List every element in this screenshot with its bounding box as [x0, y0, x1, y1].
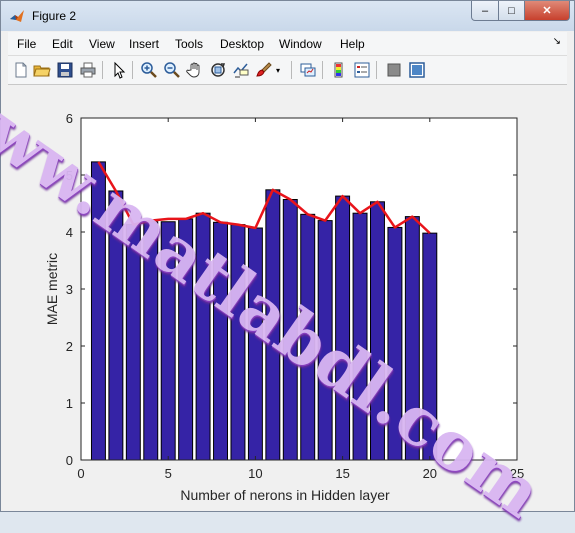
x-tick-label: 25 — [510, 466, 524, 481]
bar — [282, 199, 298, 461]
dock-arrow-icon[interactable]: ↘ — [553, 36, 561, 47]
toolbar-separator — [291, 61, 292, 79]
y-tick-label: 4 — [66, 225, 73, 240]
menu-file[interactable]: File — [17, 37, 36, 51]
toolbar-separator — [376, 61, 377, 79]
rotate-3d-icon[interactable] — [209, 61, 227, 79]
bar — [335, 195, 351, 461]
new-figure-icon[interactable] — [12, 61, 30, 79]
y-tick-label: 3 — [66, 282, 73, 297]
menu-edit[interactable]: Edit — [52, 37, 73, 51]
toolbar-separator — [322, 61, 323, 79]
bar — [230, 224, 246, 461]
bar — [195, 212, 211, 461]
brush-icon[interactable] — [255, 61, 273, 79]
colorbar-icon[interactable] — [330, 61, 348, 79]
bar — [404, 216, 420, 461]
figure-window: Figure 2 – □ ✕ File Edit View Insert Too… — [0, 0, 575, 533]
zoom-out-icon[interactable] — [163, 61, 181, 79]
data-cursor-icon[interactable] — [232, 61, 250, 79]
bar — [108, 190, 124, 461]
legend-icon[interactable] — [353, 61, 371, 79]
figure-canvas[interactable]: 0 5 10 15 20 25 0 1 2 3 4 5 6 Number of nerons in Hid… — [0, 57, 567, 533]
matlab-logo-icon — [9, 8, 25, 24]
x-tick-label: 0 — [77, 466, 84, 481]
y-tick-label: 1 — [66, 396, 73, 411]
brush-dropdown-icon[interactable]: ▾ — [276, 66, 284, 84]
y-tick-label: 5 — [66, 168, 73, 183]
x-tick-label: 20 — [423, 466, 437, 481]
title-bar[interactable]: Figure 2 – □ ✕ — [1, 1, 574, 31]
y-tick-label: 2 — [66, 339, 73, 354]
maximize-button[interactable]: □ — [499, 1, 525, 21]
open-file-icon[interactable] — [33, 61, 51, 79]
bar — [213, 221, 228, 461]
figure-toolbar: ▾ — [8, 56, 567, 85]
bar — [90, 161, 106, 461]
show-tools-icon[interactable] — [408, 61, 426, 79]
select-arrow-icon[interactable] — [110, 61, 128, 79]
bar — [317, 220, 333, 461]
menu-insert[interactable]: Insert — [129, 37, 159, 51]
pan-hand-icon[interactable] — [186, 61, 204, 79]
bar — [247, 227, 263, 461]
bar — [178, 218, 194, 461]
link-plot-icon[interactable] — [299, 61, 317, 79]
menu-view[interactable]: View — [89, 37, 115, 51]
save-icon[interactable] — [56, 61, 74, 79]
window-controls: – □ ✕ — [471, 1, 570, 21]
print-icon[interactable] — [79, 61, 97, 79]
bar — [422, 232, 438, 461]
x-tick-label: 10 — [248, 466, 262, 481]
minimize-button[interactable]: – — [471, 1, 499, 21]
close-button[interactable]: ✕ — [525, 1, 570, 21]
bar — [265, 189, 281, 461]
hide-tools-icon[interactable] — [385, 61, 403, 79]
menu-help[interactable]: Help — [340, 37, 365, 51]
menu-bar: File Edit View Insert Tools Desktop Wind… — [8, 32, 567, 56]
toolbar-separator — [102, 61, 103, 79]
x-axis-label: Number of nerons in Hidden layer — [180, 487, 390, 503]
menu-window[interactable]: Window — [279, 37, 322, 51]
y-tick-label: 0 — [66, 453, 73, 468]
toolbar-separator — [132, 61, 133, 79]
menu-desktop[interactable]: Desktop — [220, 37, 264, 51]
bar — [143, 221, 159, 461]
menu-tools[interactable]: Tools — [175, 37, 203, 51]
y-tick-label: 6 — [66, 111, 73, 126]
bar — [160, 221, 176, 461]
bar — [300, 213, 316, 461]
window-title: Figure 2 — [32, 9, 77, 23]
bar — [352, 212, 368, 461]
bar — [387, 226, 403, 461]
y-axis-label: MAE metric — [44, 253, 60, 325]
bar — [370, 201, 385, 461]
x-tick-label: 15 — [335, 466, 349, 481]
zoom-in-icon[interactable] — [140, 61, 158, 79]
bar — [125, 224, 141, 461]
bar-chart: 0 5 10 15 20 25 0 1 2 3 4 5 6 Number of nerons in Hid… — [44, 111, 524, 503]
x-tick-label: 5 — [165, 466, 172, 481]
